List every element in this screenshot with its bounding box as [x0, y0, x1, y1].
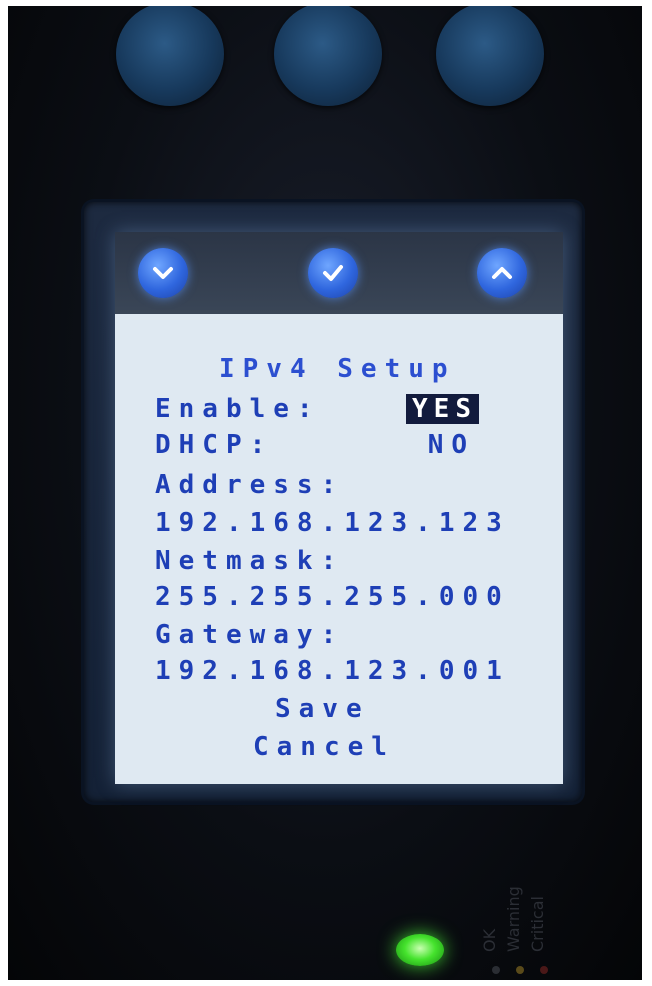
chevron-up-icon	[492, 267, 512, 279]
address-label: Address:	[155, 470, 345, 500]
hardware-button-center[interactable]	[274, 6, 382, 106]
critical-indicator-dot	[540, 966, 548, 974]
netmask-label: Netmask:	[155, 546, 345, 576]
save-button[interactable]: Save	[275, 694, 370, 724]
dhcp-label: DHCP:	[155, 430, 274, 460]
ok-label: OK	[480, 928, 499, 952]
cancel-button[interactable]: Cancel	[253, 732, 395, 762]
nav-bar	[115, 232, 563, 314]
checkmark-icon	[323, 265, 343, 281]
gateway-label: Gateway:	[155, 620, 345, 650]
critical-label: Critical	[528, 896, 547, 952]
chevron-down-icon	[153, 267, 173, 279]
hardware-button-right[interactable]	[436, 6, 544, 106]
enable-label: Enable:	[155, 394, 321, 424]
netmask-value[interactable]: 255.255.255.000	[155, 582, 510, 612]
ok-indicator-dot	[492, 966, 500, 974]
warning-indicator-dot	[516, 966, 524, 974]
device-panel: IPv4 Setup Enable: YES DHCP: NO Address:…	[8, 6, 642, 980]
menu-title: IPv4 Setup	[219, 354, 456, 384]
confirm-button[interactable]	[308, 248, 358, 298]
dhcp-value[interactable]: NO	[428, 430, 475, 460]
gateway-value[interactable]: 192.168.123.001	[155, 656, 510, 686]
down-button[interactable]	[138, 248, 188, 298]
lcd-screen: IPv4 Setup Enable: YES DHCP: NO Address:…	[115, 232, 563, 784]
up-button[interactable]	[477, 248, 527, 298]
enable-value-text: YES	[406, 394, 479, 424]
warning-label: Warning	[504, 886, 523, 952]
hardware-button-left[interactable]	[116, 6, 224, 106]
enable-value[interactable]: YES	[406, 394, 479, 424]
address-value[interactable]: 192.168.123.123	[155, 508, 510, 538]
status-led	[396, 934, 444, 966]
